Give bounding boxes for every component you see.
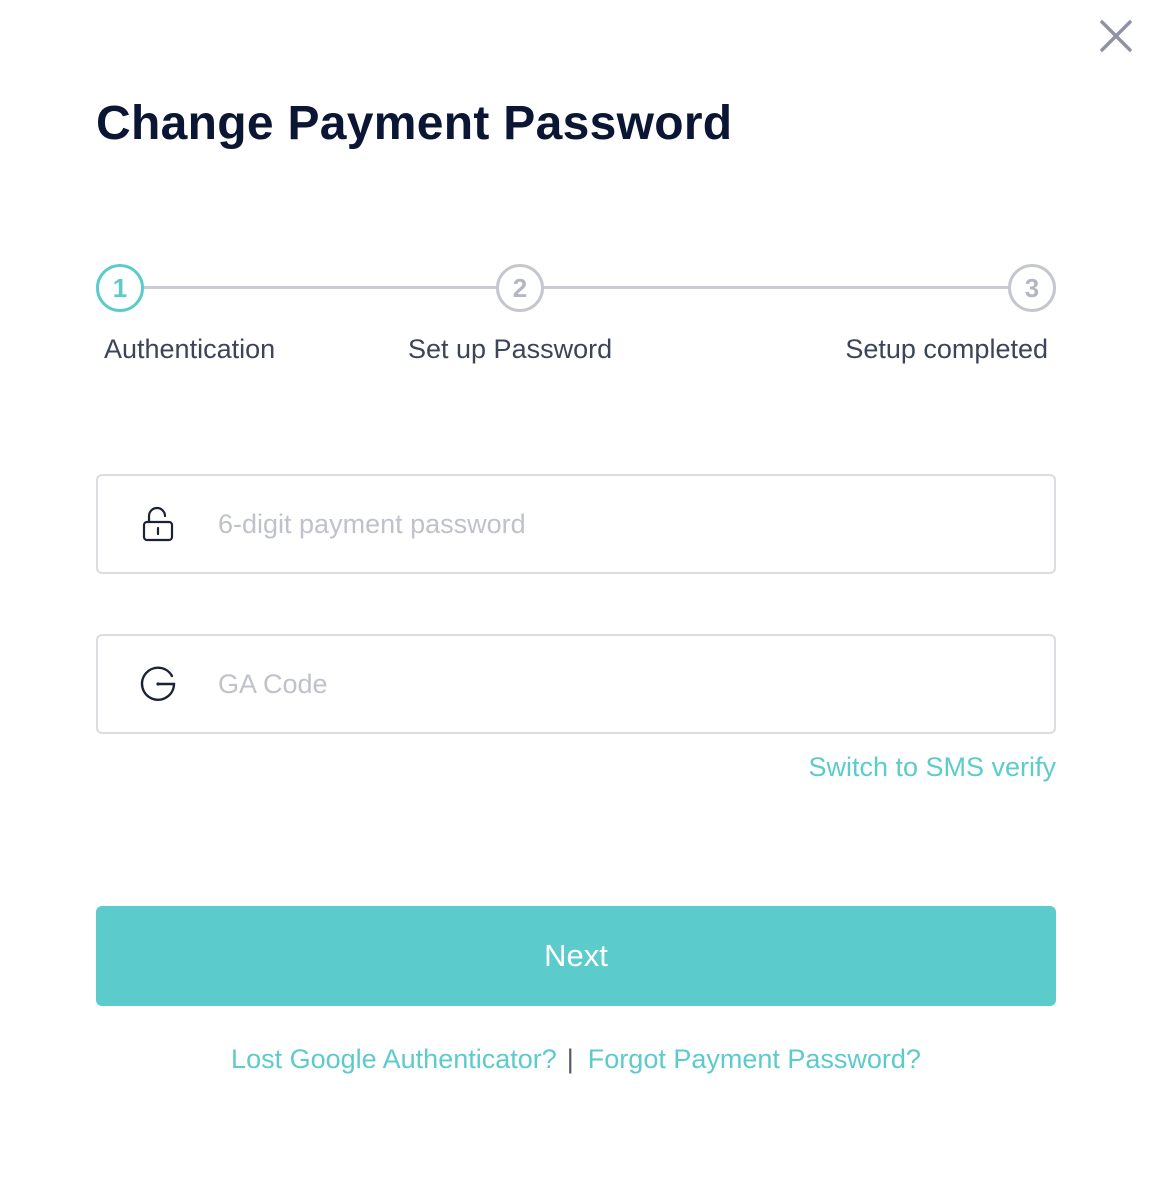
google-authenticator-icon [136, 662, 180, 706]
step-3-label: Setup completed [845, 334, 1048, 364]
step-2-label: Set up Password [408, 334, 613, 364]
step-3-number: 3 [1024, 272, 1040, 303]
step-2-number: 2 [512, 272, 528, 303]
footer-links: Lost Google Authenticator? | Forgot Paymen… [0, 1044, 1152, 1075]
step-connector-1-2 [142, 286, 546, 289]
step-connector-2-3 [542, 286, 1010, 289]
step-3-indicator: 3 [1008, 264, 1056, 312]
page-title: Change Payment Password [96, 97, 733, 150]
close-icon [1100, 20, 1132, 52]
stepper: 1 2 3 Authentication Set up Password Set… [96, 264, 1056, 374]
switch-to-sms-link[interactable]: Switch to SMS verify [808, 752, 1056, 783]
lock-icon [136, 502, 180, 546]
close-button[interactable] [1098, 18, 1134, 54]
lost-google-authenticator-link[interactable]: Lost Google Authenticator? [231, 1044, 557, 1074]
step-1-indicator: 1 [96, 264, 144, 312]
password-input[interactable] [218, 476, 1038, 572]
ga-code-input[interactable] [218, 636, 1038, 732]
next-button[interactable]: Next [96, 906, 1056, 1006]
password-field[interactable] [96, 474, 1056, 574]
ga-code-field[interactable] [96, 634, 1056, 734]
footer-separator: | [566, 1044, 574, 1074]
step-1-label: Authentication [104, 334, 276, 364]
forgot-payment-password-link[interactable]: Forgot Payment Password? [588, 1044, 921, 1074]
step-1-number: 1 [112, 272, 128, 303]
step-2-indicator: 2 [496, 264, 544, 312]
